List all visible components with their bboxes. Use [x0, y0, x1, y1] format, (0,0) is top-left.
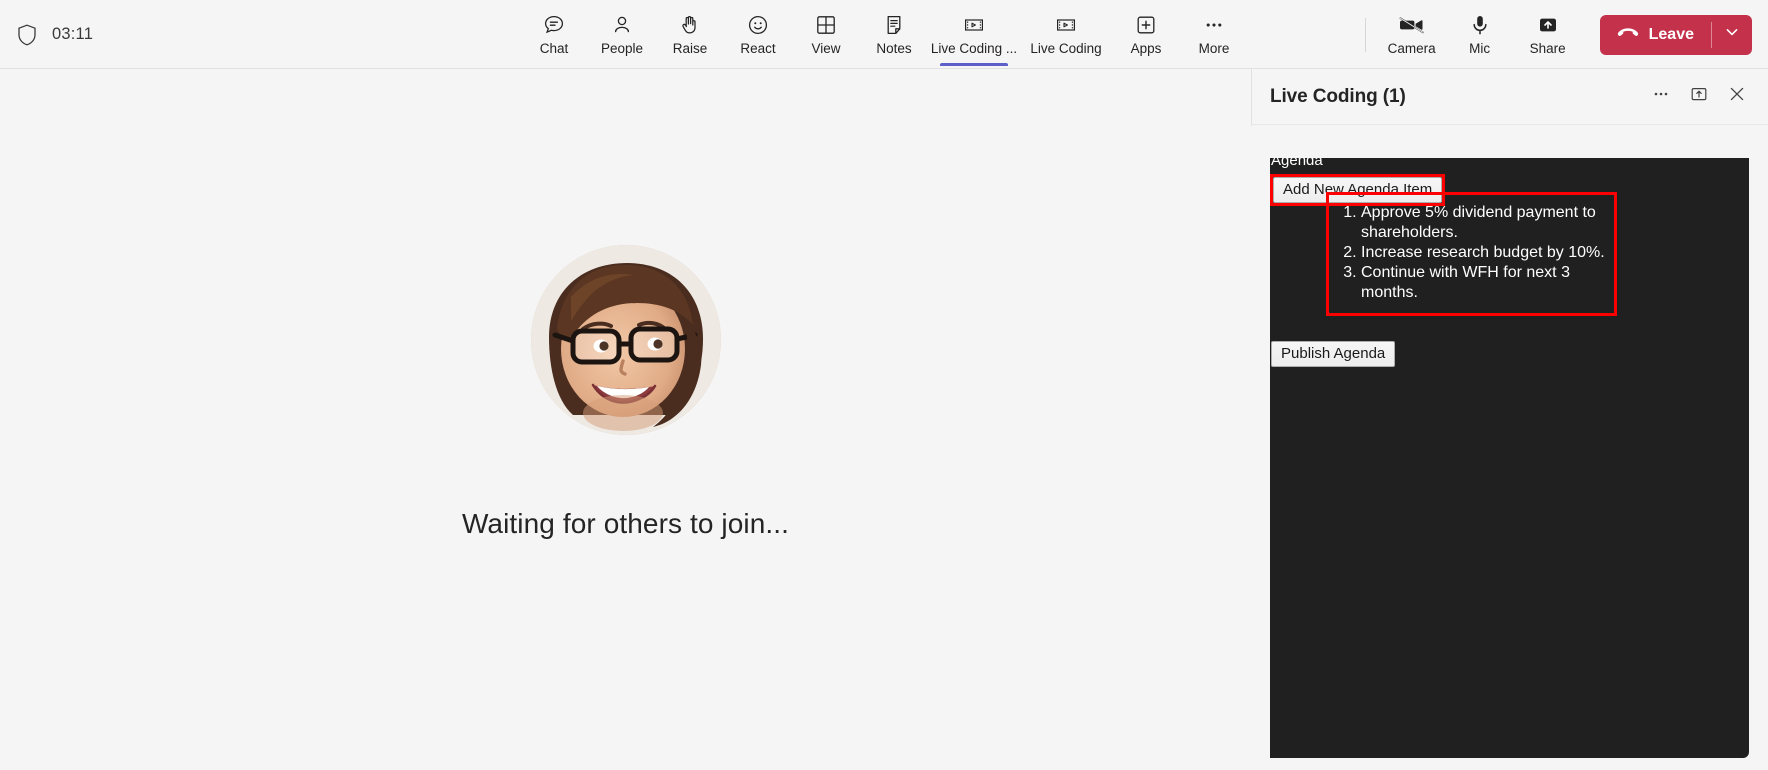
- toolbar-label-live-coding-secondary: Live Coding: [1030, 41, 1102, 56]
- agenda-items-highlight: Approve 5% dividend payment to sharehold…: [1326, 192, 1617, 316]
- share-up-arrow-icon: [1536, 12, 1560, 38]
- toolbar-label-react: React: [740, 41, 776, 56]
- panel-body: Agenda Add New Agenda Item Approve 5% di…: [1251, 126, 1768, 770]
- agenda-app-frame: Agenda Add New Agenda Item Approve 5% di…: [1270, 158, 1749, 758]
- panel-header-actions: [1644, 80, 1754, 114]
- toolbar-label-apps: Apps: [1130, 41, 1162, 56]
- list-item: Continue with WFH for next 3 months.: [1361, 263, 1606, 303]
- view-grid-icon: [814, 12, 838, 38]
- close-x-icon: [1727, 84, 1747, 109]
- leave-button[interactable]: Leave: [1599, 14, 1752, 55]
- toolbar-center-group: Chat People Raise React View Notes Live …: [520, 0, 1248, 69]
- toolbar-button-view[interactable]: View: [792, 4, 860, 66]
- agenda-items-list: Approve 5% dividend payment to sharehold…: [1337, 203, 1606, 303]
- toolbar-divider: [1364, 17, 1366, 52]
- camera-off-icon: [1398, 12, 1426, 38]
- toolbar-button-apps[interactable]: Apps: [1112, 4, 1180, 66]
- meeting-timer: 03:11: [52, 25, 94, 43]
- apps-plus-icon: [1134, 12, 1158, 38]
- teams-meeting-window: 03:11 Chat People Raise React View Notes…: [0, 0, 1768, 770]
- toolbar-label-share: Share: [1529, 41, 1566, 56]
- toolbar-right-group: Camera Mic Share Leave: [1353, 0, 1752, 69]
- stage-content: Waiting for others to join...: [461, 244, 790, 540]
- shield-icon: [16, 23, 38, 47]
- meeting-stage: Waiting for others to join...: [0, 69, 1251, 757]
- live-coding-icon: [1054, 12, 1078, 38]
- notes-icon: [882, 12, 906, 38]
- toolbar-button-camera[interactable]: Camera: [1378, 4, 1446, 66]
- toolbar-button-live-coding-secondary[interactable]: Live Coding: [1020, 4, 1112, 66]
- panel-popout-button[interactable]: [1682, 80, 1716, 114]
- raise-hand-icon: [678, 12, 702, 38]
- toolbar-button-share[interactable]: Share: [1514, 4, 1582, 66]
- toolbar-button-live-coding-primary[interactable]: Live Coding ...: [928, 4, 1020, 66]
- participant-avatar: [530, 244, 721, 435]
- react-smiley-icon: [746, 12, 770, 38]
- panel-more-button[interactable]: [1644, 80, 1678, 114]
- leave-button-main[interactable]: Leave: [1600, 15, 1711, 55]
- toolbar-label-camera: Camera: [1387, 41, 1436, 56]
- toolbar-button-more[interactable]: More: [1180, 4, 1248, 66]
- toolbar-button-react[interactable]: React: [724, 4, 792, 66]
- chevron-down-icon: [1724, 24, 1740, 45]
- toolbar-label-view: View: [811, 41, 841, 56]
- live-coding-panel: Live Coding (1) Agenda Add New Agenda It…: [1251, 69, 1768, 770]
- toolbar-label-live-coding-primary: Live Coding ...: [930, 41, 1018, 56]
- toolbar-label-chat: Chat: [539, 41, 569, 56]
- toolbar-label-notes: Notes: [876, 41, 912, 56]
- chat-icon: [542, 12, 566, 38]
- agenda-heading: Agenda: [1271, 158, 1323, 169]
- more-ellipsis-icon: [1202, 12, 1226, 38]
- microphone-icon: [1468, 12, 1492, 38]
- pop-out-icon: [1689, 84, 1709, 109]
- list-item: Increase research budget by 10%.: [1361, 243, 1606, 263]
- leave-button-label: Leave: [1648, 25, 1694, 43]
- list-item: Approve 5% dividend payment to sharehold…: [1361, 203, 1606, 243]
- more-ellipsis-icon: [1651, 84, 1671, 109]
- meeting-toolbar: 03:11 Chat People Raise React View Notes…: [0, 0, 1768, 69]
- toolbar-label-raise: Raise: [672, 41, 708, 56]
- toolbar-button-notes[interactable]: Notes: [860, 4, 928, 66]
- publish-agenda-wrapper: Publish Agenda: [1271, 341, 1396, 367]
- toolbar-label-more: More: [1198, 41, 1230, 56]
- toolbar-button-raise[interactable]: Raise: [656, 4, 724, 66]
- panel-title: Live Coding (1): [1270, 85, 1406, 107]
- toolbar-label-people: People: [600, 41, 644, 56]
- hangup-phone-icon: [1616, 22, 1640, 47]
- people-icon: [610, 12, 634, 38]
- leave-dropdown-button[interactable]: [1712, 15, 1752, 55]
- toolbar-left-group: 03:11: [16, 0, 93, 69]
- toolbar-button-chat[interactable]: Chat: [520, 4, 588, 66]
- toolbar-label-mic: Mic: [1469, 41, 1491, 56]
- waiting-message: Waiting for others to join...: [461, 507, 790, 539]
- panel-header: Live Coding (1): [1251, 69, 1768, 125]
- toolbar-button-people[interactable]: People: [588, 4, 656, 66]
- toolbar-button-mic[interactable]: Mic: [1446, 4, 1514, 66]
- live-coding-icon: [962, 12, 986, 38]
- panel-close-button[interactable]: [1720, 80, 1754, 114]
- publish-agenda-button[interactable]: Publish Agenda: [1271, 341, 1396, 367]
